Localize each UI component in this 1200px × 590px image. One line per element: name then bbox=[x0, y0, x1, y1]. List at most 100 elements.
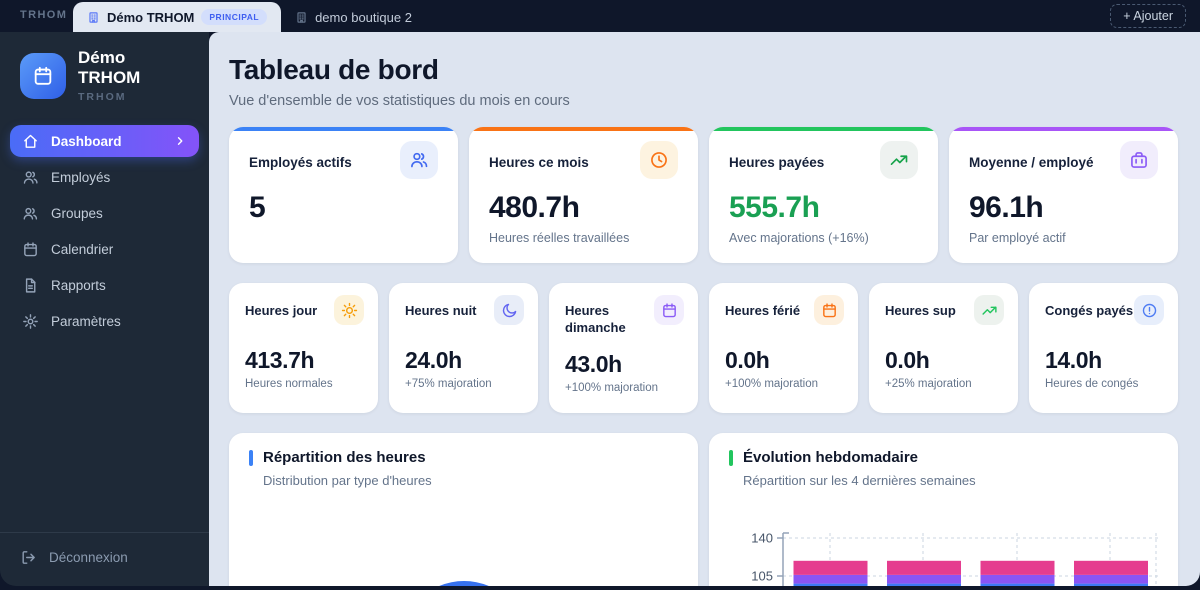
sidebar-footer: Déconnexion bbox=[0, 532, 209, 586]
sidebar-nav: Dashboard Employés Groupes Calendrier Rappor… bbox=[0, 117, 209, 337]
top-bar: TRHOM Démo TRHOM PRINCIPAL demo boutique 2… bbox=[0, 0, 1200, 32]
mini-icon-box bbox=[974, 295, 1004, 325]
weekly-bar-chart: 140 105 bbox=[751, 531, 1158, 586]
bar-segment-purple bbox=[887, 574, 961, 584]
mini-sublabel: +25% majoration bbox=[885, 378, 972, 390]
page-subtitle: Vue d'ensemble de vos statistiques du mo… bbox=[229, 93, 570, 109]
mini-value: 413.7h bbox=[245, 347, 315, 373]
logout-icon bbox=[22, 551, 35, 564]
mini-icon-box bbox=[1134, 295, 1164, 325]
mini-sublabel: Heures normales bbox=[245, 378, 333, 390]
moon-icon bbox=[502, 303, 516, 317]
bar-segment-blue bbox=[1074, 583, 1148, 586]
tab-demo-boutique-2[interactable]: demo boutique 2 bbox=[281, 2, 426, 32]
org-logo bbox=[20, 52, 66, 99]
calendar-icon bbox=[24, 241, 37, 256]
mini-card-heures-nuit: Heures nuit 24.0h +75% majoration bbox=[389, 283, 538, 413]
sidebar-item-groupes[interactable]: Groupes bbox=[10, 197, 199, 229]
distribution-accent-bar bbox=[249, 449, 253, 466]
main-content: Tableau de bord Vue d'ensemble de vos st… bbox=[209, 32, 1200, 586]
mini-value: 14.0h bbox=[1045, 347, 1102, 373]
stat-icon-box bbox=[400, 141, 438, 179]
stat-card-employes-actifs: Employés actifs 5 bbox=[229, 127, 458, 263]
trending-up-icon bbox=[981, 306, 997, 315]
principal-badge: PRINCIPAL bbox=[201, 9, 268, 25]
mini-icon-box bbox=[654, 295, 684, 325]
bar-segment-pink bbox=[980, 560, 1055, 575]
stat-title: Employés actifs bbox=[249, 155, 352, 170]
stat-value: 96.1h bbox=[969, 191, 1044, 224]
trending-up-icon bbox=[890, 155, 908, 165]
mini-title: Heures jour bbox=[245, 303, 318, 318]
org-header: Démo TRHOM TRHOM bbox=[0, 32, 209, 117]
sidebar-item-rapports[interactable]: Rapports bbox=[10, 269, 199, 301]
sidebar-item-employes[interactable]: Employés bbox=[10, 161, 199, 193]
org-name: Démo TRHOM bbox=[78, 48, 141, 87]
tab-demo-trhom[interactable]: Démo TRHOM PRINCIPAL bbox=[73, 2, 282, 32]
stats-row: Employés actifs 5 Heures ce mois 480.7h Heur… bbox=[229, 127, 1178, 263]
sidebar-item-label: Rapports bbox=[51, 277, 106, 293]
mini-title: Heures dimanche bbox=[565, 303, 626, 335]
sun-icon bbox=[341, 302, 357, 318]
stat-sublabel: Heures réelles travaillées bbox=[489, 231, 630, 245]
sidebar-item-label: Paramètres bbox=[51, 313, 121, 329]
stat-icon-box bbox=[1120, 141, 1158, 179]
bar-segment-blue bbox=[793, 583, 868, 586]
stat-icon-box bbox=[880, 141, 918, 179]
mini-icon-box bbox=[494, 295, 524, 325]
calendar-icon bbox=[662, 302, 676, 317]
stat-card-moyenne-employe: Moyenne / employé 96.1h Par employé actif bbox=[949, 127, 1178, 263]
y-tick-label: 105 bbox=[751, 569, 773, 584]
sidebar-item-label: Dashboard bbox=[51, 133, 122, 149]
calendar-icon bbox=[822, 302, 836, 317]
logout-button[interactable]: Déconnexion bbox=[20, 549, 189, 566]
mini-card-conges-payes: Congés payés 14.0h Heures de congés bbox=[1029, 283, 1178, 413]
sidebar-item-calendrier[interactable]: Calendrier bbox=[10, 233, 199, 265]
mini-sublabel: +75% majoration bbox=[405, 378, 492, 390]
mini-card-heures-sup: Heures sup 0.0h +25% majoration bbox=[869, 283, 1018, 413]
logout-label: Déconnexion bbox=[49, 550, 128, 565]
mini-card-heures-jour: Heures jour 413.7h Heures normales bbox=[229, 283, 378, 413]
alert-circle-icon bbox=[1142, 303, 1156, 317]
distribution-chart-title: Répartition des heures bbox=[263, 449, 426, 466]
calendar-icon bbox=[34, 66, 52, 85]
bar-segment-blue bbox=[980, 583, 1055, 586]
bar-segment-pink bbox=[887, 560, 961, 575]
mini-title: Congés payés bbox=[1045, 303, 1134, 318]
bar-segment-blue bbox=[887, 583, 961, 586]
mini-sublabel: +100% majoration bbox=[725, 378, 819, 390]
workspace-tabs: Démo TRHOM PRINCIPAL demo boutique 2 bbox=[73, 0, 426, 32]
stat-sublabel: Avec majorations (+16%) bbox=[729, 231, 869, 245]
stat-value: 5 bbox=[249, 191, 266, 224]
mini-value: 43.0h bbox=[565, 350, 622, 377]
sidebar-item-dashboard[interactable]: Dashboard bbox=[10, 125, 199, 157]
bar-segment-purple bbox=[793, 574, 868, 584]
mini-icon-box bbox=[814, 295, 844, 325]
stat-icon-box bbox=[640, 141, 678, 179]
stat-value: 555.7h bbox=[729, 191, 820, 224]
card-accent-bar bbox=[949, 127, 1178, 131]
card-accent-bar bbox=[709, 127, 938, 131]
users-icon bbox=[411, 152, 428, 168]
stat-card-heures-ce-mois: Heures ce mois 480.7h Heures réelles trava… bbox=[469, 127, 698, 263]
mini-card-heures-ferie: Heures férié 0.0h +100% majoration bbox=[709, 283, 858, 413]
page-title: Tableau de bord bbox=[229, 54, 439, 85]
sidebar-item-label: Employés bbox=[51, 169, 111, 185]
gear-icon bbox=[23, 313, 38, 329]
distribution-chart-subtitle: Distribution par type d'heures bbox=[263, 473, 432, 488]
charts-row: Répartition des heures Distribution par … bbox=[229, 433, 1178, 586]
tab-label: demo boutique 2 bbox=[315, 9, 412, 25]
mini-title: Heures sup bbox=[885, 303, 956, 318]
mini-value: 24.0h bbox=[405, 347, 462, 373]
users-icon bbox=[23, 170, 38, 184]
add-workspace-button[interactable]: + Ajouter bbox=[1110, 4, 1186, 28]
home-icon bbox=[24, 134, 37, 148]
mini-stats-row: Heures jour 413.7h Heures normales Heures n… bbox=[229, 283, 1178, 413]
building-icon bbox=[89, 11, 98, 23]
stat-title: Heures payées bbox=[729, 155, 825, 170]
stat-value: 480.7h bbox=[489, 191, 580, 224]
sidebar-item-parametres[interactable]: Paramètres bbox=[10, 305, 199, 337]
stat-title: Heures ce mois bbox=[489, 155, 589, 170]
tab-label: Démo TRHOM bbox=[107, 9, 195, 25]
hours-distribution-card: Répartition des heures Distribution par … bbox=[229, 433, 698, 586]
